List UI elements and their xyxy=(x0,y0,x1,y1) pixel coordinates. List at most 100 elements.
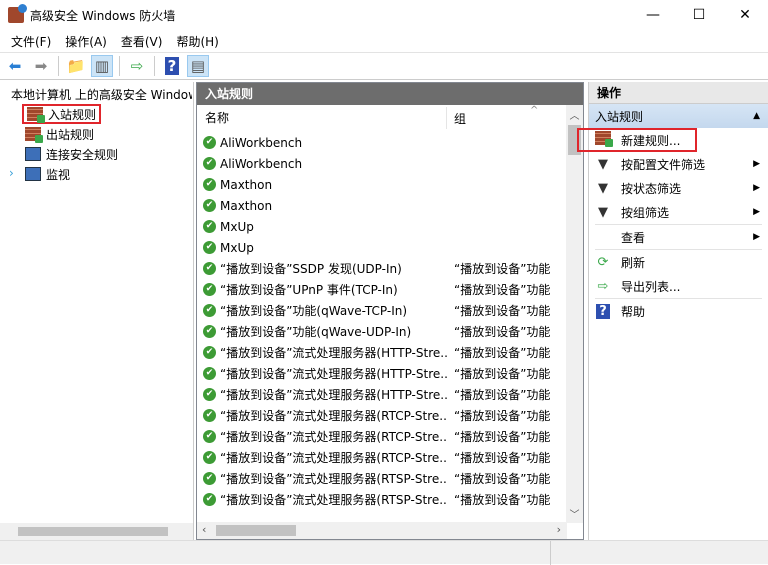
monitoring-icon xyxy=(25,167,41,181)
up-folder-icon[interactable]: 📁 xyxy=(65,55,87,77)
pane-title: 入站规则 xyxy=(197,83,583,105)
table-row[interactable]: ✔ MxUp xyxy=(197,216,567,237)
table-row[interactable]: ✔ MxUp xyxy=(197,237,567,258)
console-tree: 本地计算机 上的高级安全 Windows 防火墙 入站规则 出站规则 连接安全规… xyxy=(0,82,194,540)
table-row[interactable]: ✔ Maxthon xyxy=(197,174,567,195)
action-item[interactable]: 新建规则... xyxy=(577,128,697,152)
table-row[interactable]: ✔“播放到设备”流式处理服务器(RTSP-Stre...“播放到设备”功能 xyxy=(197,510,567,512)
tree-item-outbound-rules[interactable]: 出站规则 xyxy=(22,124,97,144)
rule-name: “播放到设备”流式处理服务器(RTCP-Stre... xyxy=(220,409,447,423)
rule-name: “播放到设备”UPnP 事件(TCP-In) xyxy=(220,283,398,297)
help-icon[interactable]: ? xyxy=(161,55,183,77)
table-row[interactable]: ✔ “播放到设备”流式处理服务器(RTCP-Stre... “播放到设备”功能 xyxy=(197,447,567,468)
enabled-check-icon: ✔ xyxy=(203,430,216,443)
window-title: 高级安全 Windows 防火墙 xyxy=(30,8,176,23)
rule-group: “播放到设备”功能 xyxy=(454,283,551,297)
help-icon: ? xyxy=(595,303,611,319)
table-row[interactable]: ✔ “播放到设备”流式处理服务器(RTCP-Stre... “播放到设备”功能 xyxy=(197,405,567,426)
actions-section-inbound-rules[interactable]: 入站规则 ▲ xyxy=(589,104,768,128)
scroll-up-icon[interactable]: ︿ xyxy=(566,107,583,122)
outbound-rules-icon xyxy=(25,127,43,143)
minimize-button[interactable]: — xyxy=(630,0,676,30)
close-button[interactable]: ✕ xyxy=(722,0,768,30)
action-item[interactable]: ? 帮助 xyxy=(589,299,768,323)
table-row[interactable]: ✔ “播放到设备”功能(qWave-TCP-In) “播放到设备”功能 xyxy=(197,300,567,321)
rule-name: “播放到设备”SSDP 发现(UDP-In) xyxy=(220,262,402,276)
hscroll-thumb[interactable] xyxy=(216,525,296,536)
action-item[interactable]: ▼ 按组筛选 ▶ xyxy=(589,200,768,224)
menu-view[interactable]: 查看(V) xyxy=(114,33,170,50)
tree-item-inbound-rules[interactable]: 入站规则 xyxy=(22,104,102,124)
table-row[interactable]: ✔ “播放到设备”流式处理服务器(RTCP-Stre... “播放到设备”功能 xyxy=(197,426,567,447)
enabled-check-icon: ✔ xyxy=(203,136,216,149)
table-row[interactable]: ✔ “播放到设备”流式处理服务器(HTTP-Stre... “播放到设备”功能 xyxy=(197,342,567,363)
rule-name: “播放到设备”流式处理服务器(RTSP-Stre... xyxy=(220,472,447,486)
horizontal-scrollbar[interactable]: ‹ › xyxy=(197,522,567,539)
table-row[interactable]: ✔ “播放到设备”流式处理服务器(HTTP-Stre... “播放到设备”功能 xyxy=(197,384,567,405)
menu-file[interactable]: 文件(F) xyxy=(4,33,58,50)
menu-bar: 文件(F) 操作(A) 查看(V) 帮助(H) xyxy=(0,30,768,52)
table-row[interactable]: ✔ AliWorkbench xyxy=(197,132,567,153)
submenu-arrow-icon: ▶ xyxy=(753,159,760,169)
export-list-icon[interactable]: ⇨ xyxy=(126,55,148,77)
enabled-check-icon: ✔ xyxy=(203,472,216,485)
table-row[interactable]: ✔“播放到设备”流式处理服务器(RTSP-Stre...“播放到设备”功能 xyxy=(197,489,567,510)
column-group[interactable]: 组 xyxy=(447,110,466,127)
enabled-check-icon: ✔ xyxy=(203,178,216,191)
action-item[interactable]: 查看 ▶ xyxy=(589,225,768,249)
tree-horizontal-scrollbar[interactable] xyxy=(0,523,193,540)
status-bar xyxy=(0,540,768,565)
tree-root[interactable]: 本地计算机 上的高级安全 Windows 防火墙 xyxy=(6,86,192,103)
table-row[interactable]: ✔ “播放到设备”UPnP 事件(TCP-In) “播放到设备”功能 xyxy=(197,279,567,300)
enabled-check-icon: ✔ xyxy=(203,325,216,338)
tree-item-connection-security-rules[interactable]: 连接安全规则 xyxy=(22,144,121,164)
actions-pane: 操作 入站规则 ▲ 新建规则... ▼ 按配置文件筛选 ▶ ▼ 按状态筛选 ▶ ▼ 按组筛选 ▶ 查… xyxy=(577,82,768,540)
action-item[interactable]: ⇨ 导出列表... xyxy=(589,274,768,298)
enabled-check-icon: ✔ xyxy=(203,367,216,380)
scroll-right-icon[interactable]: › xyxy=(557,523,561,536)
scroll-down-icon[interactable]: ﹀ xyxy=(566,506,583,521)
forward-arrow-icon[interactable]: ➡ xyxy=(30,55,52,77)
column-header: 名称 组 ^ xyxy=(197,105,567,129)
enabled-check-icon: ✔ xyxy=(203,346,216,359)
collapse-triangle-icon[interactable]: ▲ xyxy=(753,111,760,121)
menu-action[interactable]: 操作(A) xyxy=(58,33,114,50)
filter-icon: ▼ xyxy=(598,156,608,172)
table-row[interactable]: ✔ “播放到设备”功能(qWave-UDP-In) “播放到设备”功能 xyxy=(197,321,567,342)
tree-item-monitoring[interactable]: 监视 xyxy=(22,164,73,184)
connection-security-icon xyxy=(25,147,41,161)
action-item[interactable]: ▼ 按配置文件筛选 ▶ xyxy=(589,152,768,176)
table-row[interactable]: ✔ Maxthon xyxy=(197,195,567,216)
maximize-button[interactable]: ☐ xyxy=(676,0,722,30)
column-name[interactable]: 名称 xyxy=(197,107,447,129)
action-item[interactable]: ▼ 按状态筛选 ▶ xyxy=(589,176,768,200)
rule-name: “播放到设备”流式处理服务器(RTCP-Stre... xyxy=(220,430,447,444)
new-rule-icon xyxy=(595,131,613,149)
enabled-check-icon: ✔ xyxy=(203,157,216,170)
rules-list-pane: 入站规则 名称 组 ^ ✔ AliWorkbench ✔ AliWorkbench ✔ M… xyxy=(196,82,584,540)
submenu-arrow-icon: ▶ xyxy=(753,183,760,193)
rule-name: AliWorkbench xyxy=(220,156,303,171)
firewall-app-icon xyxy=(8,4,27,23)
table-row[interactable]: ✔ “播放到设备”SSDP 发现(UDP-In) “播放到设备”功能 xyxy=(197,258,567,279)
rule-group: “播放到设备”功能 xyxy=(454,430,551,444)
show-hide-action-pane-icon[interactable]: ▤ xyxy=(187,55,209,77)
rule-name: AliWorkbench xyxy=(220,135,303,150)
menu-help[interactable]: 帮助(H) xyxy=(169,33,225,50)
back-arrow-icon[interactable]: ⬅ xyxy=(4,55,26,77)
table-row[interactable]: ✔ “播放到设备”流式处理服务器(RTSP-Stre... “播放到设备”功能 xyxy=(197,468,567,489)
rule-group: “播放到设备”功能 xyxy=(454,472,551,486)
scroll-left-icon[interactable]: ‹ xyxy=(202,523,206,536)
rule-group: “播放到设备”功能 xyxy=(454,367,551,381)
table-row[interactable]: ✔ AliWorkbench xyxy=(197,153,567,174)
show-hide-console-tree-icon[interactable]: ▥ xyxy=(91,55,113,77)
sort-up-icon: ^ xyxy=(530,105,539,116)
action-item[interactable]: ⟳ 刷新 xyxy=(589,250,768,274)
vertical-scrollbar[interactable]: ︿ ﹀ xyxy=(566,105,583,523)
table-row[interactable]: ✔ “播放到设备”流式处理服务器(HTTP-Stre... “播放到设备”功能 xyxy=(197,363,567,384)
rule-name: “播放到设备”流式处理服务器(RTSP-Stre... xyxy=(220,493,447,507)
expand-chevron-icon[interactable]: › xyxy=(9,166,14,180)
filter-icon: ▼ xyxy=(598,204,608,220)
rule-name: MxUp xyxy=(220,240,254,255)
enabled-check-icon: ✔ xyxy=(203,283,216,296)
